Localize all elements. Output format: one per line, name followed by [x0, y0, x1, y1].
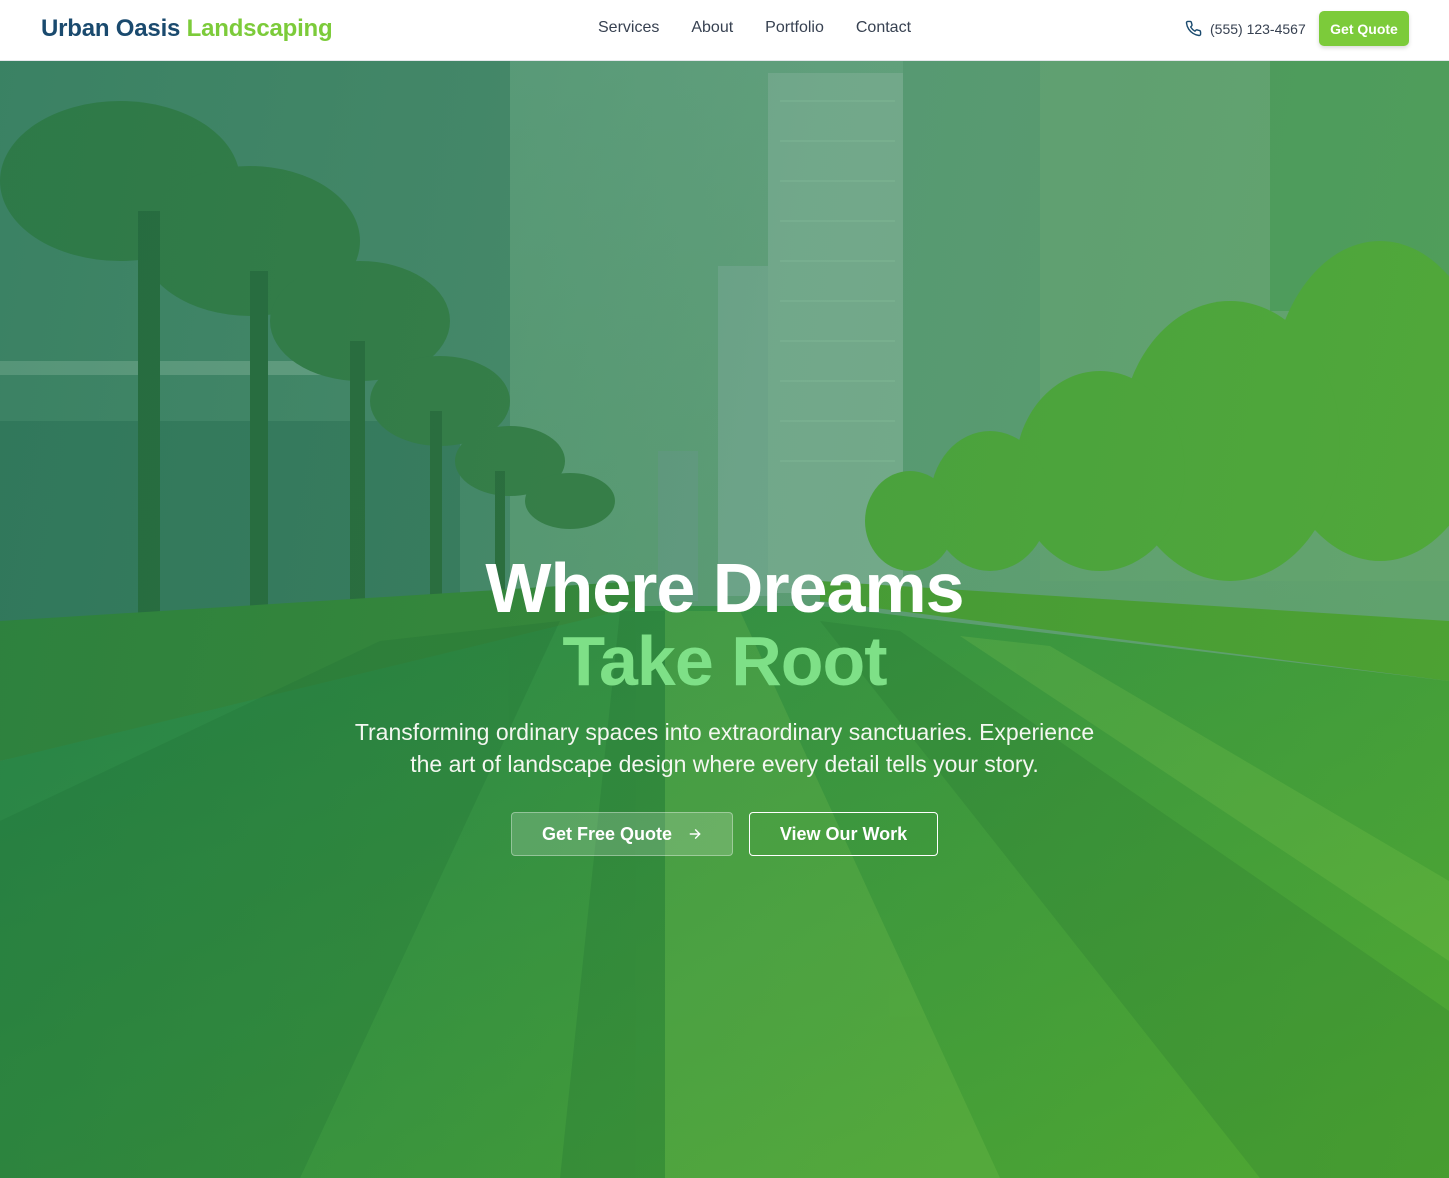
phone-link[interactable]: (555) 123-4567: [1185, 20, 1306, 37]
hero-title-line2: Take Root: [562, 622, 887, 700]
nav-services[interactable]: Services: [598, 19, 659, 37]
hero-title-line1: Where Dreams: [485, 549, 964, 627]
get-free-quote-label: Get Free Quote: [541, 823, 673, 844]
hero-subtitle-line1: Transforming ordinary spaces into extrao…: [354, 719, 1095, 745]
logo[interactable]: Urban Oasis Landscaping: [41, 15, 333, 43]
main-nav: Services About Portfolio Contact: [598, 19, 943, 37]
logo-primary: Urban Oasis: [41, 15, 181, 42]
get-quote-button[interactable]: Get Quote: [1319, 11, 1409, 46]
hero-content: Where Dreams Take Root Transforming ordi…: [0, 61, 1449, 1178]
view-our-work-button[interactable]: View Our Work: [749, 812, 938, 856]
hero-section: Where Dreams Take Root Transforming ordi…: [0, 61, 1449, 1178]
phone-number: (555) 123-4567: [1210, 20, 1306, 37]
nav-portfolio[interactable]: Portfolio: [765, 19, 824, 37]
nav-contact[interactable]: Contact: [856, 19, 911, 37]
logo-accent: Landscaping: [186, 15, 333, 42]
phone-icon: [1185, 20, 1202, 37]
get-free-quote-button[interactable]: Get Free Quote: [511, 812, 733, 856]
hero-subtitle: Transforming ordinary spaces into extrao…: [340, 716, 1109, 780]
nav-about[interactable]: About: [691, 19, 733, 37]
site-header: Urban Oasis Landscaping Services About P…: [0, 0, 1449, 61]
hero-subtitle-line2: the art of landscape design where every …: [410, 751, 1039, 777]
arrow-right-icon: [689, 829, 701, 839]
